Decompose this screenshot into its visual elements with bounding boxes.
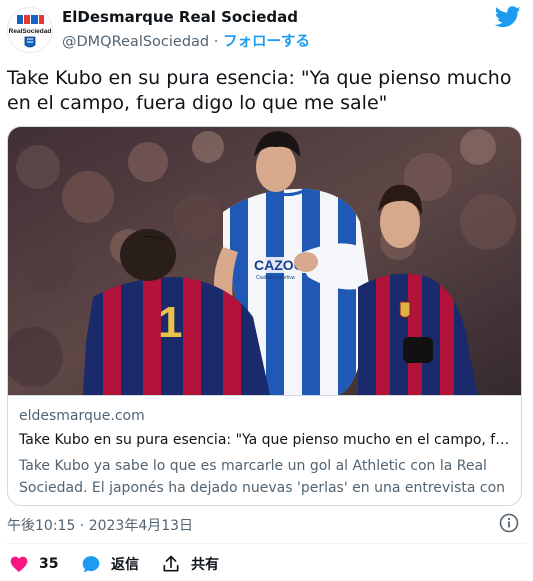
card-body[interactable]: eldesmarque.com Take Kubo en su pura ese… bbox=[8, 395, 521, 505]
svg-text:RealSociedad: RealSociedad bbox=[9, 28, 52, 35]
heart-icon bbox=[10, 556, 28, 572]
card-description: Take Kubo ya sabe lo que es marcarle un … bbox=[19, 458, 506, 505]
tweet: RealSociedad ElDesmarque Real Sociedad @… bbox=[0, 0, 533, 581]
avatar[interactable]: RealSociedad bbox=[7, 7, 53, 53]
card-domain: eldesmarque.com bbox=[19, 408, 145, 424]
reply-button[interactable]: 返信 bbox=[81, 552, 139, 576]
handle[interactable]: @DMQRealSociedad bbox=[62, 34, 209, 50]
separator: · bbox=[213, 34, 219, 50]
twitter-bird-icon[interactable] bbox=[495, 6, 521, 28]
like-button[interactable]: 35 bbox=[9, 552, 58, 576]
jersey-number: 1 bbox=[158, 298, 182, 347]
divider bbox=[7, 543, 526, 544]
display-name[interactable]: ElDesmarque Real Sociedad bbox=[62, 8, 298, 26]
link-card[interactable]: CAZOO Ciudad Deportiva 1 eldesmarque.com… bbox=[7, 126, 522, 506]
info-icon[interactable] bbox=[499, 513, 519, 533]
share-label: 共有 bbox=[191, 557, 219, 573]
like-count: 35 bbox=[39, 556, 59, 572]
real-sociedad-logo: RealSociedad bbox=[8, 8, 52, 52]
follow-button[interactable]: フォローする bbox=[223, 34, 310, 50]
timestamp[interactable]: 午後10:15 · 2023年4月13日 bbox=[7, 515, 193, 535]
tweet-text: Take Kubo en su pura esencia: "Ya que pi… bbox=[7, 67, 512, 114]
card-image[interactable]: CAZOO Ciudad Deportiva 1 bbox=[8, 127, 521, 395]
share-button[interactable]: 共有 bbox=[161, 552, 219, 576]
reply-bubble-icon bbox=[82, 556, 100, 573]
reply-label: 返信 bbox=[111, 557, 139, 573]
share-icon bbox=[163, 555, 179, 572]
jersey-sponsor-sub: Ciudad Deportiva bbox=[256, 275, 295, 281]
card-title: Take Kubo en su pura esencia: "Ya que pi… bbox=[19, 432, 513, 448]
handle-row: @DMQRealSociedad · フォローする bbox=[62, 30, 310, 51]
